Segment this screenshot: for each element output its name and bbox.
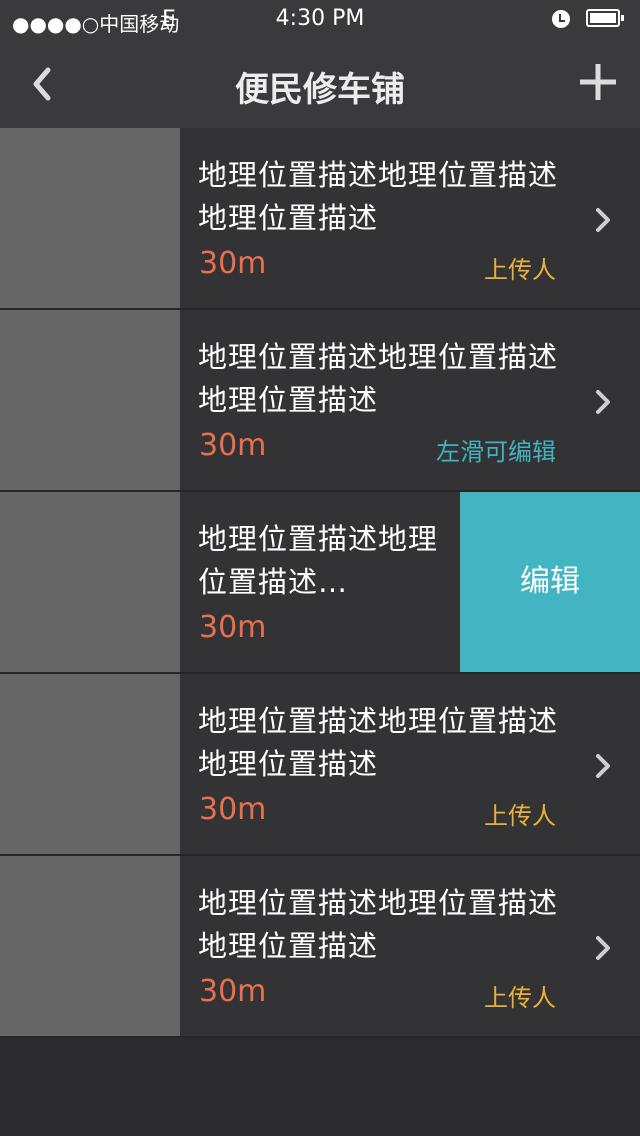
location-description: 地理位置描述地理位置描述地理位置描述	[198, 158, 559, 235]
clock: 4:30 PM	[275, 6, 365, 31]
shop-thumbnail	[0, 492, 180, 672]
swipe-hint-tag: 左滑可编辑	[436, 438, 556, 466]
status-bar: ●●●●○中国移动 E 4:30 PM	[0, 0, 640, 40]
list-item[interactable]: 地理位置描述地理位置描述地理位置描述 30m 上传人	[0, 856, 640, 1038]
page-title: 便民修车铺	[235, 70, 405, 110]
distance-label: 30m	[199, 246, 267, 281]
alarm-icon	[552, 10, 570, 28]
list-item-swiped[interactable]: 地理位置描述地理位置描述… 30m 编辑	[0, 492, 640, 674]
uploader-tag: 上传人	[484, 802, 556, 830]
edit-button[interactable]: 编辑	[460, 492, 640, 672]
plus-icon	[580, 64, 616, 100]
chevron-right-icon[interactable]	[594, 206, 612, 234]
distance-label: 30m	[199, 428, 267, 463]
location-description: 地理位置描述地理位置描述地理位置描述	[198, 886, 559, 963]
add-button[interactable]	[578, 62, 618, 102]
list-item[interactable]: 地理位置描述地理位置描述地理位置描述 30m 上传人	[0, 128, 640, 310]
chevron-right-icon[interactable]	[594, 752, 612, 780]
shop-thumbnail	[0, 856, 180, 1036]
list-item[interactable]: 地理位置描述地理位置描述地理位置描述 30m 左滑可编辑	[0, 310, 640, 492]
repair-shop-list: 地理位置描述地理位置描述地理位置描述 30m 上传人 地理位置描述地理位置描述地…	[0, 128, 640, 1038]
battery-icon	[586, 9, 624, 27]
distance-label: 30m	[199, 610, 267, 645]
chevron-right-icon[interactable]	[594, 934, 612, 962]
nav-bar: 便民修车铺	[0, 40, 640, 128]
location-description: 地理位置描述地理位置描述地理位置描述	[198, 704, 559, 781]
uploader-tag: 上传人	[484, 984, 556, 1012]
location-description: 地理位置描述地理位置描述地理位置描述	[198, 340, 559, 417]
chevron-right-icon[interactable]	[594, 388, 612, 416]
shop-thumbnail	[0, 674, 180, 854]
shop-thumbnail	[0, 128, 180, 308]
list-item[interactable]: 地理位置描述地理位置描述地理位置描述 30m 上传人	[0, 674, 640, 856]
uploader-tag: 上传人	[484, 256, 556, 284]
distance-label: 30m	[199, 974, 267, 1009]
location-description: 地理位置描述地理位置描述…	[198, 522, 439, 599]
distance-label: 30m	[199, 792, 267, 827]
shop-thumbnail	[0, 310, 180, 490]
